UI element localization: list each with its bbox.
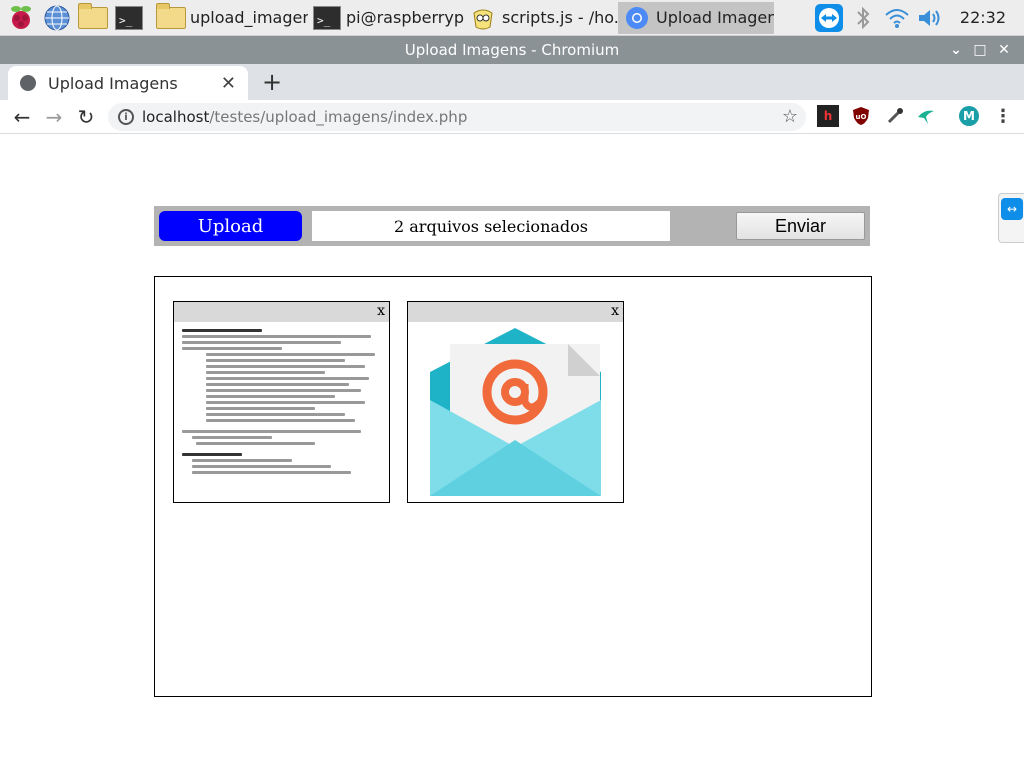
profile-avatar[interactable]: M	[959, 106, 979, 126]
wifi-icon[interactable]	[880, 3, 914, 33]
raspberry-menu-icon[interactable]	[6, 3, 36, 33]
window-controls: ⌄ □ ✕	[944, 36, 1016, 64]
kebab-menu-icon[interactable]: ⋮	[992, 105, 1014, 127]
window-titlebar[interactable]: Upload Imagens - Chromium ⌄ □ ✕	[0, 36, 1024, 64]
new-tab-icon[interactable]: +	[258, 68, 286, 96]
bookmark-star-icon[interactable]: ☆	[782, 106, 798, 127]
eyedropper-icon[interactable]	[884, 105, 906, 127]
terminal-launcher-icon[interactable]: >_	[114, 3, 144, 33]
system-tray: 22:32	[812, 0, 1024, 36]
close-window-icon[interactable]: ✕	[992, 42, 1016, 58]
svg-text:uO: uO	[856, 113, 867, 121]
url-path: /testes/upload_imagens/index.php	[209, 108, 468, 126]
close-tab-icon[interactable]: ✕	[221, 73, 236, 94]
tab-upload-imagens[interactable]: Upload Imagens ✕	[8, 66, 248, 100]
site-info-icon[interactable]: i	[118, 109, 134, 125]
task-file-manager[interactable]: upload_imagens	[152, 2, 308, 34]
extension-h-icon[interactable]: h	[817, 105, 839, 127]
url-host: localhost	[142, 108, 210, 126]
upload-form-bar: Upload 2 arquivos selecionados Enviar	[154, 206, 870, 246]
taskbar: >_ upload_imagens >_ pi@raspberrypi... s…	[0, 0, 1024, 36]
maximize-icon[interactable]: □	[968, 42, 992, 58]
chromium-icon	[622, 5, 652, 31]
page-content: Upload 2 arquivos selecionados Enviar x	[0, 135, 1024, 768]
task-label: Upload Imagen...	[656, 8, 774, 27]
submit-button[interactable]: Enviar	[736, 212, 865, 240]
forward-arrow-icon[interactable]: →	[38, 101, 70, 133]
thumbnail-document: x	[173, 301, 390, 503]
reload-icon[interactable]: ↻	[70, 101, 102, 133]
bluetooth-icon[interactable]	[846, 3, 880, 33]
remove-thumbnail-button[interactable]: x	[377, 303, 385, 319]
thumbnail-header: x	[174, 302, 389, 322]
task-geany[interactable]: scripts.js - /ho...	[464, 2, 618, 34]
window-title: Upload Imagens - Chromium	[404, 41, 620, 59]
back-arrow-icon[interactable]: ←	[6, 101, 38, 133]
address-bar[interactable]: i localhost/testes/upload_imagens/index.…	[108, 103, 806, 131]
remove-thumbnail-button[interactable]: x	[611, 303, 619, 319]
task-label: pi@raspberrypi...	[346, 8, 464, 27]
teamviewer-icon: ↔	[1001, 198, 1023, 220]
thumbnail-email-image: x	[407, 301, 624, 503]
teamviewer-tray-icon[interactable]	[812, 3, 846, 33]
file-selection-status: 2 arquivos selecionados	[312, 211, 670, 241]
teamviewer-floating-widget[interactable]: ↔	[998, 193, 1024, 243]
tab-title: Upload Imagens	[48, 73, 178, 93]
thumbnail-header: x	[408, 302, 623, 322]
document-preview-image	[174, 322, 389, 481]
clock[interactable]: 22:32	[948, 8, 1024, 27]
task-terminal[interactable]: >_ pi@raspberrypi...	[308, 2, 464, 34]
task-label: scripts.js - /ho...	[502, 8, 618, 27]
tab-strip: Upload Imagens ✕ +	[0, 64, 1024, 100]
terminal-icon: >_	[312, 5, 342, 31]
task-chromium[interactable]: Upload Imagen...	[618, 1, 774, 34]
globe-icon	[20, 75, 36, 91]
file-manager-icon[interactable]	[78, 2, 108, 33]
preview-area: x x	[154, 276, 872, 697]
ublock-shield-icon[interactable]: uO	[850, 105, 872, 127]
upload-button[interactable]: Upload	[159, 211, 302, 241]
geany-icon	[468, 5, 498, 31]
bird-extension-icon[interactable]	[915, 105, 937, 127]
web-browser-icon[interactable]	[42, 3, 72, 33]
task-label: upload_imagens	[190, 8, 308, 27]
email-envelope-icon	[430, 328, 601, 496]
minimize-icon[interactable]: ⌄	[944, 42, 968, 58]
folder-icon	[156, 2, 186, 31]
volume-icon[interactable]	[914, 3, 948, 33]
